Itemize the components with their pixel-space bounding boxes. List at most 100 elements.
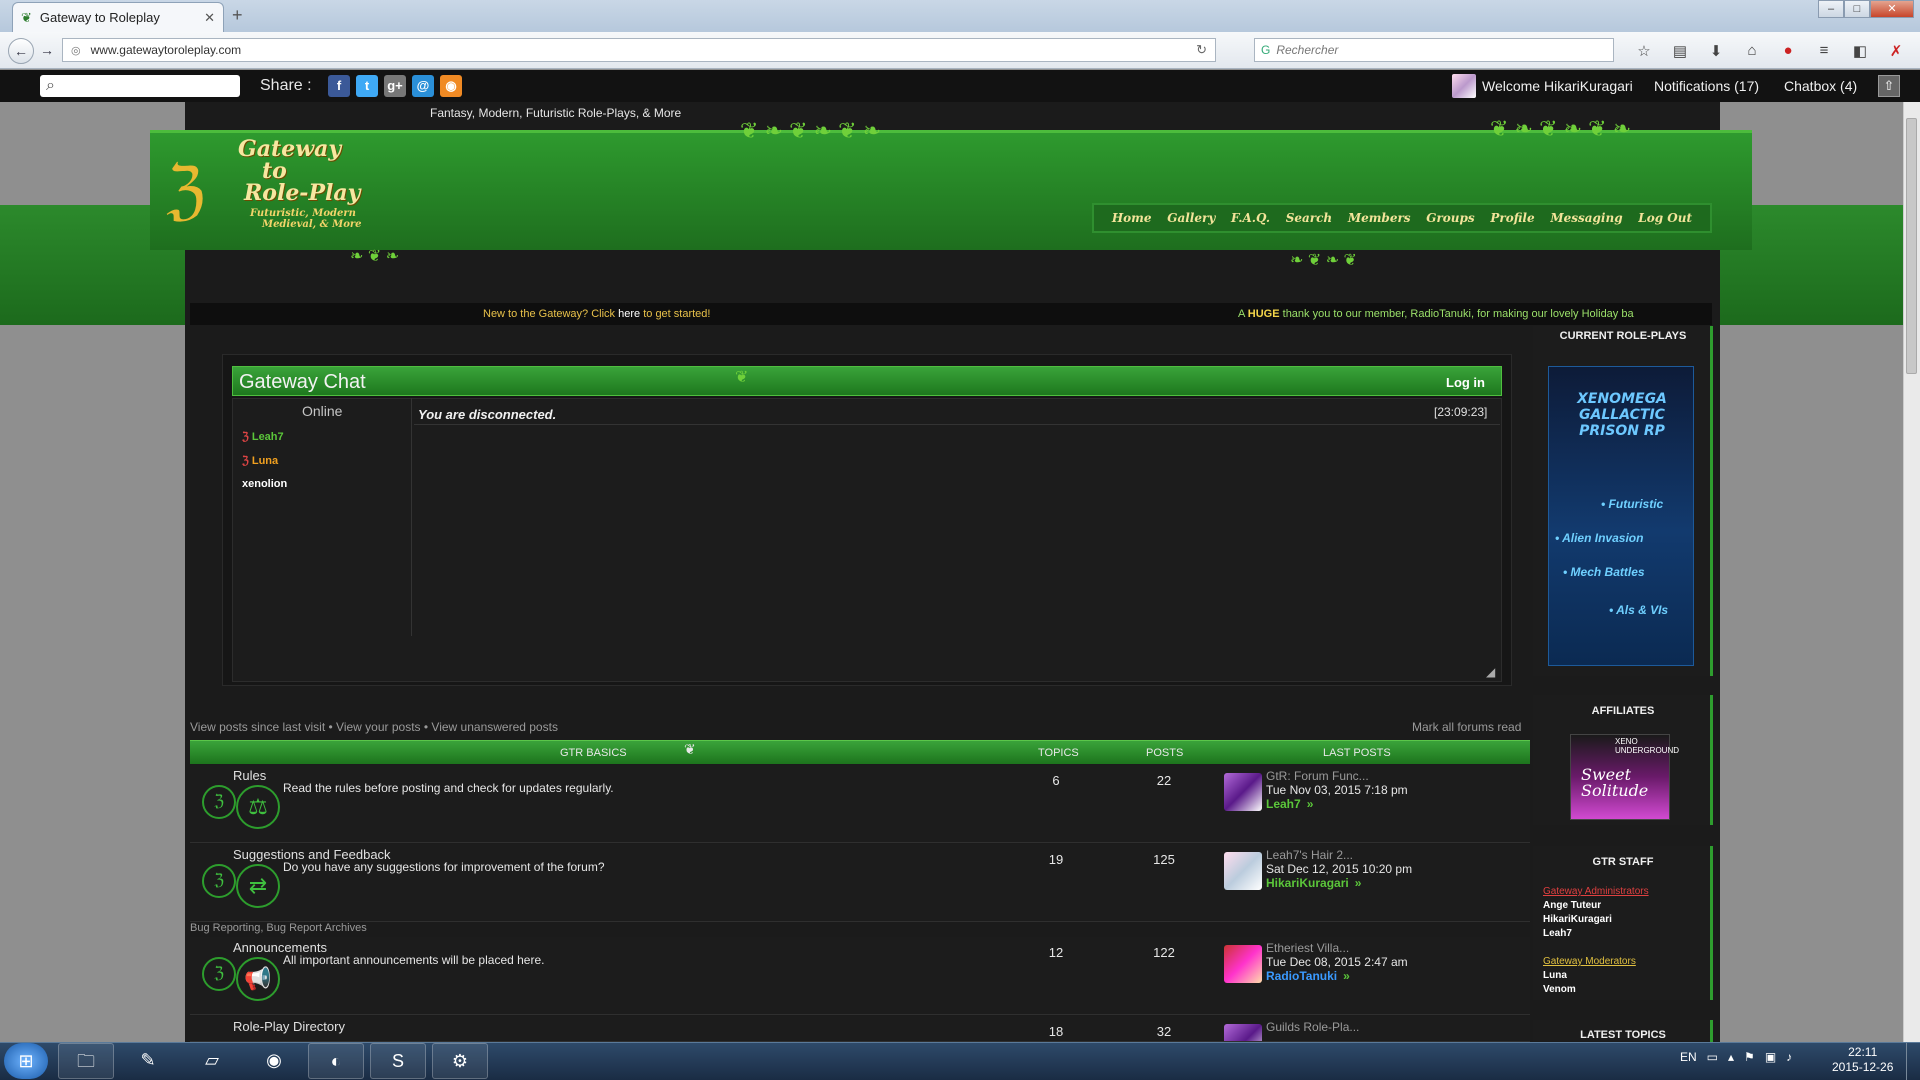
view-unanswered-link[interactable]: View unanswered posts — [431, 720, 558, 734]
forum-description: Read the rules before posting and check … — [283, 781, 614, 795]
start-button[interactable]: ⊞ — [4, 1043, 48, 1079]
online-header: Online — [302, 403, 343, 419]
last-post-topic[interactable]: Leah7's Hair 2... — [1266, 848, 1353, 862]
affiliate-banner[interactable]: XENO UNDERGROUND Sweet Solitude — [1570, 734, 1679, 820]
last-post-date: Tue Nov 03, 2015 7:18 pm — [1266, 783, 1408, 797]
scroll-top-icon[interactable]: ⇧ — [1878, 75, 1900, 97]
admins-group-link[interactable]: Gateway Administrators — [1543, 886, 1649, 897]
googleplus-icon[interactable]: g+ — [384, 75, 406, 97]
last-post-topic[interactable]: Guilds Role-Pla... — [1266, 1020, 1359, 1034]
site-search-input[interactable]: ⌕ — [40, 75, 240, 97]
staff-member[interactable]: Luna — [1543, 970, 1567, 981]
mods-group-link[interactable]: Gateway Moderators — [1543, 956, 1636, 967]
close-window-button[interactable]: ✕ — [1870, 0, 1914, 18]
menu-icon[interactable]: ≡ — [1806, 42, 1842, 60]
facebook-icon[interactable]: f — [328, 75, 350, 97]
email-icon[interactable]: @ — [412, 75, 434, 97]
sidebar-icon[interactable]: ◧ — [1842, 42, 1878, 60]
nav-messaging[interactable]: Messaging — [1550, 211, 1622, 225]
chat-login-link[interactable]: Log in — [1446, 375, 1485, 390]
file-explorer-icon[interactable]: 🗀 — [58, 1043, 114, 1079]
nav-faq[interactable]: F.A.Q. — [1231, 211, 1270, 225]
maximize-button[interactable]: □ — [1844, 0, 1870, 18]
forward-button[interactable]: → — [36, 38, 58, 64]
paint-icon[interactable]: ✎ — [120, 1043, 176, 1079]
new-tab-button[interactable]: + — [232, 5, 243, 26]
firefox-icon[interactable]: ◐ — [308, 1043, 364, 1079]
nav-members[interactable]: Members — [1348, 211, 1411, 225]
rss-icon[interactable]: ◉ — [440, 75, 462, 97]
staff-member[interactable]: Ange Tuteur — [1543, 900, 1601, 911]
browser-tab[interactable]: ❦ Gateway to Roleplay ✕ — [12, 2, 224, 32]
last-post-user[interactable]: Leah7» — [1266, 797, 1313, 811]
tab-close-icon[interactable]: ✕ — [204, 10, 215, 26]
bookmark-star-icon[interactable]: ☆ — [1626, 42, 1662, 60]
resize-handle-icon[interactable]: ◢ — [1486, 665, 1495, 679]
nav-profile[interactable]: Profile — [1490, 211, 1534, 225]
last-post-user[interactable]: HikariKuragari» — [1266, 876, 1361, 890]
show-desktop-button[interactable] — [1906, 1043, 1920, 1080]
last-post-topic[interactable]: GtR: Forum Func... — [1266, 769, 1369, 783]
forum-title[interactable]: Rules — [233, 768, 266, 783]
volume-icon[interactable]: ♪ — [1786, 1050, 1792, 1064]
nav-logout[interactable]: Log Out — [1638, 211, 1692, 225]
nav-gallery[interactable]: Gallery — [1167, 211, 1215, 225]
tab-title: Gateway to Roleplay — [39, 10, 160, 25]
reading-list-icon[interactable]: ▤ — [1662, 42, 1698, 60]
steam-icon[interactable]: ⚙ — [432, 1043, 488, 1079]
forum-title[interactable]: Role-Play Directory — [233, 1019, 345, 1034]
extension-icon[interactable]: ✗ — [1878, 42, 1914, 60]
back-button[interactable]: ← — [8, 38, 34, 64]
nav-groups[interactable]: Groups — [1426, 211, 1474, 225]
action-center-flag-icon[interactable]: ⚑ — [1744, 1050, 1755, 1064]
staff-member[interactable]: Leah7 — [1543, 928, 1572, 939]
mark-all-read-link[interactable]: Mark all forums read — [1412, 720, 1521, 734]
online-user[interactable]: ℨ Luna — [242, 454, 278, 467]
skype-icon[interactable]: S — [370, 1043, 426, 1079]
reload-icon[interactable]: ↻ — [1196, 42, 1207, 58]
site-logo[interactable]: ℨ Gateway to Role-Play Futuristic, Moder… — [166, 138, 406, 238]
system-tray: EN ▭ ▴ ⚑ ▣ ♪ — [1680, 1050, 1792, 1064]
media-player-icon[interactable]: ◉ — [246, 1043, 302, 1079]
last-post-topic[interactable]: Etheriest Villa... — [1266, 941, 1349, 955]
category-title[interactable]: GTR BASICS — [560, 747, 627, 759]
roleplay-banner[interactable]: XENOMEGA GALLACTIC PRISON RP • Futuristi… — [1548, 366, 1694, 666]
nav-home[interactable]: Home — [1112, 211, 1152, 225]
notifications-link[interactable]: Notifications (17) — [1654, 78, 1759, 94]
network-icon[interactable]: ▣ — [1765, 1050, 1776, 1064]
nav-search[interactable]: Search — [1286, 211, 1332, 225]
site-info-icon[interactable]: ◎ — [71, 44, 81, 57]
system-clock[interactable]: 22:11 2015-12-26 — [1832, 1045, 1893, 1075]
current-roleplays-header: CURRENT ROLE-PLAYS — [1559, 330, 1687, 342]
minimize-button[interactable]: – — [1818, 0, 1844, 18]
twitter-icon[interactable]: t — [356, 75, 378, 97]
view-your-posts-link[interactable]: View your posts — [336, 720, 421, 734]
last-poster-avatar[interactable] — [1224, 945, 1262, 983]
last-post-user[interactable]: RadioTanuki» — [1266, 969, 1350, 983]
keyboard-icon[interactable]: ▭ — [1707, 1050, 1718, 1064]
url-text: www.gatewaytoroleplay.com — [90, 43, 242, 57]
staff-member[interactable]: HikariKuragari — [1543, 914, 1612, 925]
show-hidden-icons-icon[interactable]: ▴ — [1728, 1050, 1734, 1064]
online-user[interactable]: ℨ Leah7 — [242, 430, 284, 443]
view-new-posts-link[interactable]: View posts since last visit — [190, 720, 325, 734]
download-icon[interactable]: ⬇ — [1698, 42, 1734, 60]
scrollbar-thumb[interactable] — [1906, 118, 1917, 374]
chatbox-link[interactable]: Chatbox (4) — [1784, 78, 1857, 94]
last-poster-avatar[interactable] — [1224, 1024, 1262, 1041]
language-indicator[interactable]: EN — [1680, 1050, 1697, 1064]
search-engine-icon[interactable]: G — [1261, 43, 1270, 57]
browser-search-input[interactable]: G Rechercher — [1254, 38, 1614, 62]
last-poster-avatar[interactable] — [1224, 773, 1262, 811]
address-bar[interactable]: ◎ www.gatewaytoroleplay.com ↻ — [62, 38, 1216, 62]
online-user[interactable]: xenolion — [242, 478, 287, 490]
home-icon[interactable]: ⌂ — [1734, 42, 1770, 60]
subforum-links[interactable]: Bug Reporting, Bug Report Archives — [190, 922, 367, 934]
get-started-link[interactable]: here — [618, 308, 640, 320]
notes-icon[interactable]: ▱ — [184, 1043, 240, 1079]
user-welcome[interactable]: Welcome HikariKuragari — [1452, 74, 1633, 98]
staff-member[interactable]: Venom — [1543, 984, 1576, 995]
last-poster-avatar[interactable] — [1224, 852, 1262, 890]
adblock-icon[interactable]: ● — [1770, 42, 1806, 60]
main-navigation: Home Gallery F.A.Q. Search Members Group… — [1092, 203, 1712, 233]
